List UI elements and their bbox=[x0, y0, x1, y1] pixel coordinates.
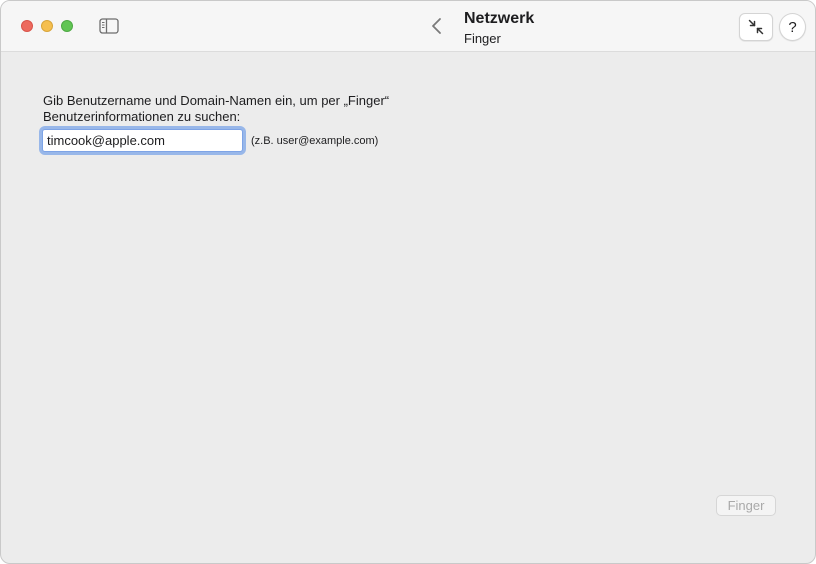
close-window-button[interactable] bbox=[21, 20, 33, 32]
app-window: Netzwerk Finger ? Gib Benutzername und D… bbox=[0, 0, 816, 564]
username-domain-field[interactable] bbox=[42, 129, 243, 152]
chevron-left-icon[interactable] bbox=[429, 16, 445, 36]
finger-button[interactable]: Finger bbox=[716, 495, 776, 516]
sidebar-icon[interactable] bbox=[99, 18, 119, 34]
window-title: Netzwerk bbox=[464, 10, 535, 27]
help-button[interactable]: ? bbox=[779, 13, 806, 41]
title-block: Netzwerk Finger bbox=[464, 9, 534, 46]
minimize-window-button[interactable] bbox=[41, 20, 53, 32]
title-bar: Netzwerk Finger ? bbox=[1, 1, 815, 52]
arrows-collapse-icon bbox=[748, 19, 764, 35]
window-subtitle: Finger bbox=[464, 31, 501, 46]
instruction-text: Gib Benutzername und Domain-Namen ein, u… bbox=[43, 93, 390, 124]
maximize-window-button[interactable] bbox=[61, 20, 73, 32]
collapse-button[interactable] bbox=[739, 13, 773, 41]
username-domain-input[interactable] bbox=[43, 130, 242, 151]
example-hint: (z.B. user@example.com) bbox=[251, 135, 379, 147]
